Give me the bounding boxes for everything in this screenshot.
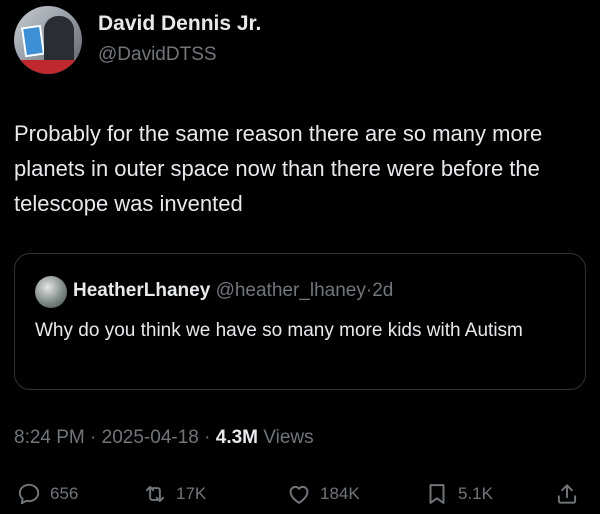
repost-icon (145, 485, 165, 503)
share-button[interactable] (554, 480, 580, 508)
quoted-author-avatar[interactable] (35, 276, 67, 308)
views-label: Views (263, 427, 314, 448)
repost-count: 17K (176, 484, 207, 503)
views-count: 4.3M (215, 427, 258, 448)
quoted-age: 2d (372, 280, 394, 301)
quoted-tweet-text: Why do you think we have so many more ki… (35, 320, 523, 341)
like-count: 184K (320, 484, 360, 503)
quoted-author-handle[interactable]: @heather_lhaney (216, 280, 366, 301)
repost-button[interactable]: 17K (142, 480, 206, 508)
quoted-tweet[interactable]: HeatherLhaney @heather_lhaney·2d Why do … (14, 253, 586, 390)
author-avatar[interactable] (14, 6, 82, 74)
reply-button[interactable]: 656 (16, 480, 78, 508)
tweet: David Dennis Jr. @DavidDTSS Probably for… (0, 0, 600, 514)
meta-separator: · (204, 427, 211, 448)
tweet-text: Probably for the same reason there are s… (14, 121, 543, 216)
action-bar: 656 17K 184K 5.1K (0, 476, 600, 512)
meta-separator: · (90, 427, 97, 448)
tweet-meta: 8:24 PM · 2025-04-18 · 4.3M Views (14, 427, 314, 449)
bookmark-count: 5.1K (458, 484, 493, 503)
author-handle[interactable]: @DavidDTSS (98, 44, 217, 66)
avatar-book-graphic (21, 24, 45, 58)
bookmark-icon (429, 484, 445, 504)
tweet-time[interactable]: 8:24 PM (14, 427, 85, 448)
quoted-tweet-header: HeatherLhaney @heather_lhaney·2d (73, 280, 393, 302)
reply-icon (18, 483, 40, 505)
like-button[interactable]: 184K (286, 480, 360, 508)
author-name[interactable]: David Dennis Jr. (98, 12, 261, 36)
reply-count: 656 (50, 484, 79, 503)
avatar-band-graphic (14, 60, 82, 74)
share-icon (557, 484, 577, 504)
bookmark-button[interactable]: 5.1K (424, 480, 493, 508)
heart-icon (289, 485, 309, 504)
tweet-date[interactable]: 2025-04-18 (102, 427, 199, 448)
quoted-author-name[interactable]: HeatherLhaney (73, 280, 210, 301)
